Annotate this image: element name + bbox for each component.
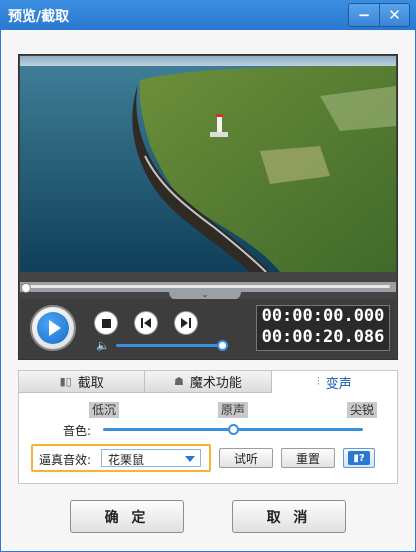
tab-bar: ▮▯ 截取 ☗ 魔术功能 ⫶ 变声 [19,371,397,393]
preview-button[interactable]: 试听 [219,448,273,468]
tab-voice-change-label: 变声 [325,376,352,392]
close-button[interactable]: ✕ [379,4,409,26]
next-frame-button[interactable] [174,311,198,335]
minimize-icon: − [357,6,371,24]
window-title: 预览/截取 [8,9,70,25]
volume-slider[interactable] [116,340,229,351]
tab-crop-label: 截取 [77,376,104,391]
step-forward-icon [181,318,191,328]
cancel-button-label: 取 消 [266,509,312,526]
play-icon [37,312,69,344]
progress-track [21,283,390,293]
volume-knob[interactable] [217,340,229,351]
play-button[interactable] [30,305,76,351]
stop-button[interactable] [94,311,118,335]
minimize-button[interactable]: − [349,4,379,26]
reset-button[interactable]: 重置 [281,448,335,468]
voice-wave-icon: ⫶ [316,375,320,388]
close-icon: ✕ [388,6,401,24]
crop-icon: ▮▯ [59,375,72,388]
effect-value: 花栗鼠 [108,453,145,467]
current-time: 00:00:00.000 [261,306,385,326]
reset-button-label: 重置 [295,451,320,466]
tab-magic[interactable]: ☗ 魔术功能 [145,371,272,393]
progress-knob[interactable] [21,283,31,293]
help-button[interactable]: ▮? [343,448,375,468]
tone-slider[interactable] [103,424,363,435]
time-display: 00:00:00.000 00:00:20.086 [256,305,390,351]
tab-crop[interactable]: ▮▯ 截取 [19,371,146,393]
effect-group: 逼真音效: 花栗鼠 [31,444,211,472]
scale-low-label: 低沉 [89,402,120,418]
help-icon: ▮? [348,451,370,465]
tone-label: 音色: [63,424,92,438]
effect-label: 逼真音效: [39,453,92,467]
tab-magic-label: 魔术功能 [189,376,242,391]
effect-dropdown[interactable]: 花栗鼠 [101,449,201,467]
ok-button[interactable]: 确 定 [70,500,184,533]
scale-high-label: 尖锐 [347,402,378,418]
chevron-down-icon [185,456,195,462]
player-controls: 🔈 00:00:00.000 00:00:20.086 [20,299,396,359]
video-frame[interactable] [20,56,396,272]
coastline-scene [20,56,396,272]
magic-icon: ☗ [174,375,184,388]
cancel-button[interactable]: 取 消 [232,500,346,533]
total-time: 00:00:20.086 [261,327,385,347]
video-player: ⌄ 🔈 00:00:00.000 00:00:20.086 [18,54,398,360]
stop-icon [101,318,111,328]
step-back-icon [141,318,151,328]
settings-panel: ▮▯ 截取 ☗ 魔术功能 ⫶ 变声 低沉 原声 尖锐 音色: 逼真音效: 花栗鼠… [18,370,398,484]
tab-voice-change[interactable]: ⫶ 变声 [271,371,397,393]
scale-mid-label: 原声 [218,402,249,418]
preview-button-label: 试听 [233,451,258,466]
volume-icon: 🔈 [96,339,110,352]
ok-button-label: 确 定 [104,509,150,526]
tone-knob[interactable] [228,424,239,435]
chevron-down-icon: ⌄ [201,290,209,299]
title-bar: 预览/截取 − ✕ [0,0,416,30]
window-controls: − ✕ [348,3,410,27]
previous-frame-button[interactable] [134,311,158,335]
